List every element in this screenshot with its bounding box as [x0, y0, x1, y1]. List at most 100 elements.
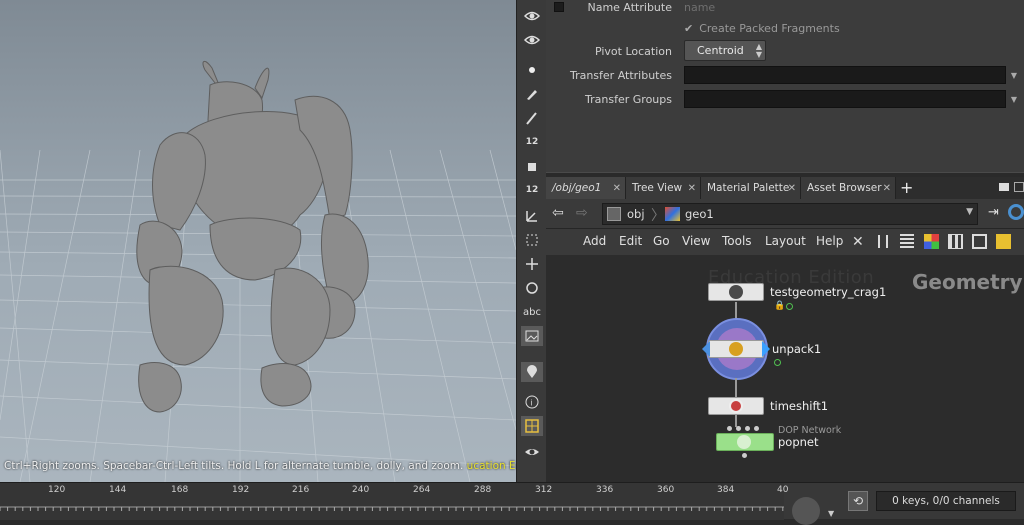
node-status-icon [786, 303, 793, 310]
name-attribute-label: Name Attribute [587, 1, 672, 14]
transfer-attributes-dropdown-icon[interactable]: ▼ [1006, 66, 1022, 84]
transform-icon[interactable] [521, 254, 543, 274]
display-eye-icon[interactable] [521, 442, 543, 462]
menu-add[interactable]: Add [583, 234, 606, 248]
pin-pane-icon[interactable]: ⇥ [988, 205, 999, 220]
add-tab-icon[interactable]: + [900, 178, 913, 197]
menu-view[interactable]: View [682, 234, 710, 248]
node-testgeometry-crag1[interactable] [708, 283, 764, 301]
path-dropdown-icon[interactable]: ▼ [966, 207, 973, 217]
snap-prim-icon[interactable]: 12 [521, 180, 543, 200]
create-packed-checkbox[interactable]: ✔ Create Packed Fragments [684, 22, 840, 35]
create-packed-label: Create Packed Fragments [699, 22, 840, 35]
node-name: testgeometry_crag1 [770, 285, 887, 299]
svg-text:i: i [531, 399, 533, 408]
angle-icon[interactable] [521, 206, 543, 226]
text-tool-label: abc [523, 306, 541, 318]
tick-label: 288 [474, 485, 492, 495]
frame-ruler[interactable]: 120 144 168 192 216 240 264 288 312 336 … [0, 483, 788, 520]
snap-grid-icon[interactable]: 12 [521, 132, 543, 152]
timeline-dropdown-icon[interactable]: ▼ [828, 509, 834, 518]
color-palette-icon[interactable] [924, 234, 939, 249]
menu-help[interactable]: Help [816, 234, 843, 248]
menu-arrows-icon: ▲ ▼ [755, 42, 762, 59]
paint-icon[interactable] [521, 156, 543, 176]
node-name: timeshift1 [770, 399, 829, 413]
tab-label: /obj/geo1 [552, 182, 602, 194]
viewport-toolbar: 12 12 abc i [516, 0, 546, 482]
tab-tree-view[interactable]: Tree View ✕ [626, 177, 701, 199]
transfer-groups-field[interactable] [684, 90, 1006, 108]
ground-grid [0, 61, 516, 482]
network-path[interactable]: obj 〉 geo1 ▼ [602, 203, 978, 225]
menu-tools[interactable]: Tools [722, 234, 752, 248]
node-popnet[interactable] [716, 433, 774, 451]
transfer-attributes-field[interactable] [684, 66, 1006, 84]
menu-edit[interactable]: Edit [619, 234, 642, 248]
node-status-icon [774, 359, 781, 366]
node-timeshift1[interactable] [708, 397, 764, 415]
checkmark-icon: ✔ [684, 22, 694, 35]
list-view-icon[interactable] [900, 234, 914, 249]
node-unpack1[interactable] [708, 340, 764, 358]
tab-label: Tree View [632, 182, 683, 194]
pivot-location-menu[interactable]: Centroid ▲ ▼ [684, 40, 766, 61]
input-dot [727, 426, 732, 431]
tick-label: 144 [109, 485, 127, 495]
menu-layout[interactable]: Layout [765, 234, 806, 248]
tools-wrench-icon[interactable]: ✕ [852, 234, 864, 250]
forward-arrow-icon[interactable]: ⇨ [576, 205, 588, 221]
close-icon[interactable]: ✕ [883, 183, 891, 194]
close-icon[interactable]: ✕ [788, 183, 796, 194]
tab-network-editor[interactable]: /obj/geo1 ✕ [546, 177, 626, 199]
transfer-groups-label: Transfer Groups [585, 93, 672, 106]
tick-label: 360 [657, 485, 675, 495]
snap-count-label: 12 [525, 137, 539, 147]
audio-scrub-icon[interactable] [792, 497, 820, 525]
name-attribute-field[interactable]: name [684, 1, 715, 14]
select-box-icon[interactable] [521, 230, 543, 250]
path-segment-obj[interactable]: obj [627, 207, 645, 221]
tab-asset-browser[interactable]: Asset Browser ✕ [801, 177, 896, 199]
text-tool-icon[interactable]: abc [521, 302, 543, 322]
brush-icon[interactable] [521, 84, 543, 104]
point-icon[interactable] [521, 60, 543, 80]
input-dot [736, 426, 741, 431]
pen-icon[interactable] [521, 108, 543, 128]
tick-label: 384 [717, 485, 735, 495]
close-icon[interactable]: ✕ [613, 183, 621, 194]
dop-network-icon [737, 435, 751, 449]
pin-icon[interactable] [521, 362, 543, 382]
tick-label: 336 [596, 485, 614, 495]
close-icon[interactable]: ✕ [688, 183, 696, 194]
sphere-icon[interactable] [521, 278, 543, 298]
pane-menu-icon[interactable] [1014, 182, 1024, 192]
grid-view-icon[interactable] [948, 234, 963, 249]
viewport-hint-text: Ctrl+Right zooms. Spacebar-Ctrl-Left til… [4, 460, 516, 472]
tab-material-palette[interactable]: Material Palette ✕ [701, 177, 801, 199]
view-eye-icon[interactable] [521, 6, 543, 26]
key-mode-icon[interactable]: ⟲ [848, 491, 868, 511]
education-edition-label: ucation Edition [466, 460, 516, 472]
network-menu-bar: Add Edit Go View Tools Layout Help ✕ [546, 229, 1024, 255]
maximize-pane-icon[interactable] [999, 183, 1009, 191]
layout-grid-icon[interactable] [521, 416, 543, 436]
menu-go[interactable]: Go [653, 234, 670, 248]
info-icon[interactable]: i [521, 392, 543, 412]
transfer-groups-dropdown-icon[interactable]: ▼ [1006, 90, 1022, 108]
tree-icon[interactable] [878, 235, 888, 248]
camera-eye-icon[interactable] [521, 30, 543, 50]
key-channels-status[interactable]: 0 keys, 0/0 channels [876, 491, 1016, 511]
sticky-note-icon[interactable] [996, 234, 1011, 249]
path-bar: ⇦ ⇨ obj 〉 geo1 ▼ ⇥ [546, 199, 1024, 229]
path-segment-geo1[interactable]: geo1 [685, 207, 714, 221]
link-pane-icon[interactable] [1008, 204, 1024, 220]
thumbnail-icon[interactable] [972, 234, 987, 249]
tab-label: Material Palette [707, 182, 790, 194]
scene-viewport[interactable]: Ctrl+Right zooms. Spacebar-Ctrl-Left til… [0, 0, 516, 482]
back-arrow-icon[interactable]: ⇦ [552, 205, 564, 221]
transfer-attributes-label: Transfer Attributes [569, 69, 672, 82]
node-name: unpack1 [772, 342, 822, 356]
network-editor[interactable]: Education Edition Geometry testgeometry_… [546, 255, 1024, 482]
background-image-icon[interactable] [521, 326, 543, 346]
